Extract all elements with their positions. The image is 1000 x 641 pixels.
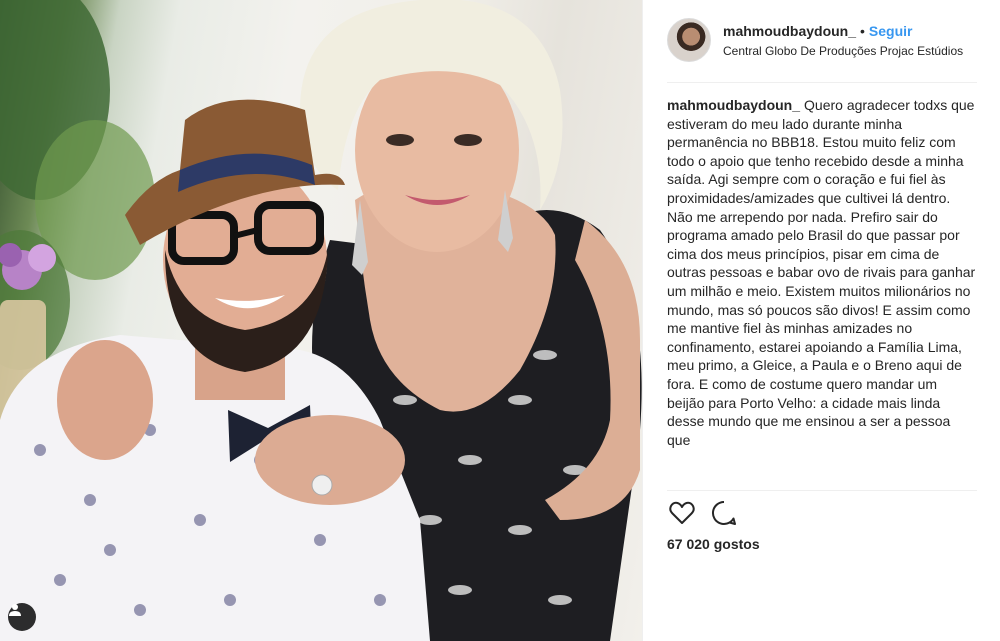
post-side-panel: mahmoudbaydoun_ • Seguir Central Globo De …	[642, 0, 1000, 641]
like-button[interactable]	[667, 498, 697, 528]
post-header: mahmoudbaydoun_ • Seguir Central Globo De …	[667, 18, 977, 68]
likes-count[interactable]: 67 020 gostos	[667, 536, 760, 552]
comment-icon	[712, 500, 736, 525]
post-photo[interactable]	[0, 0, 642, 641]
photo-illustration	[0, 0, 642, 641]
post-caption: mahmoudbaydoun_ Quero agradecer todxs que…	[667, 96, 977, 488]
tagged-users-icon	[9, 604, 21, 616]
comment-button[interactable]	[709, 498, 739, 528]
avatar[interactable]	[667, 18, 711, 62]
location-link[interactable]: Central Globo De Produções Projac Estúdi…	[723, 44, 981, 58]
follow-button[interactable]: Seguir	[869, 23, 913, 39]
tagged-users-button[interactable]	[8, 603, 36, 631]
header-line: mahmoudbaydoun_ • Seguir	[723, 23, 913, 39]
caption-text: Quero agradecer todxs que estiveram do m…	[667, 97, 976, 448]
caption-username[interactable]: mahmoudbaydoun_	[667, 97, 800, 113]
actions-divider	[667, 490, 977, 491]
header-divider	[667, 82, 977, 83]
header-username[interactable]: mahmoudbaydoun_	[723, 23, 856, 39]
header-separator: •	[860, 23, 865, 39]
heart-icon	[669, 501, 695, 524]
